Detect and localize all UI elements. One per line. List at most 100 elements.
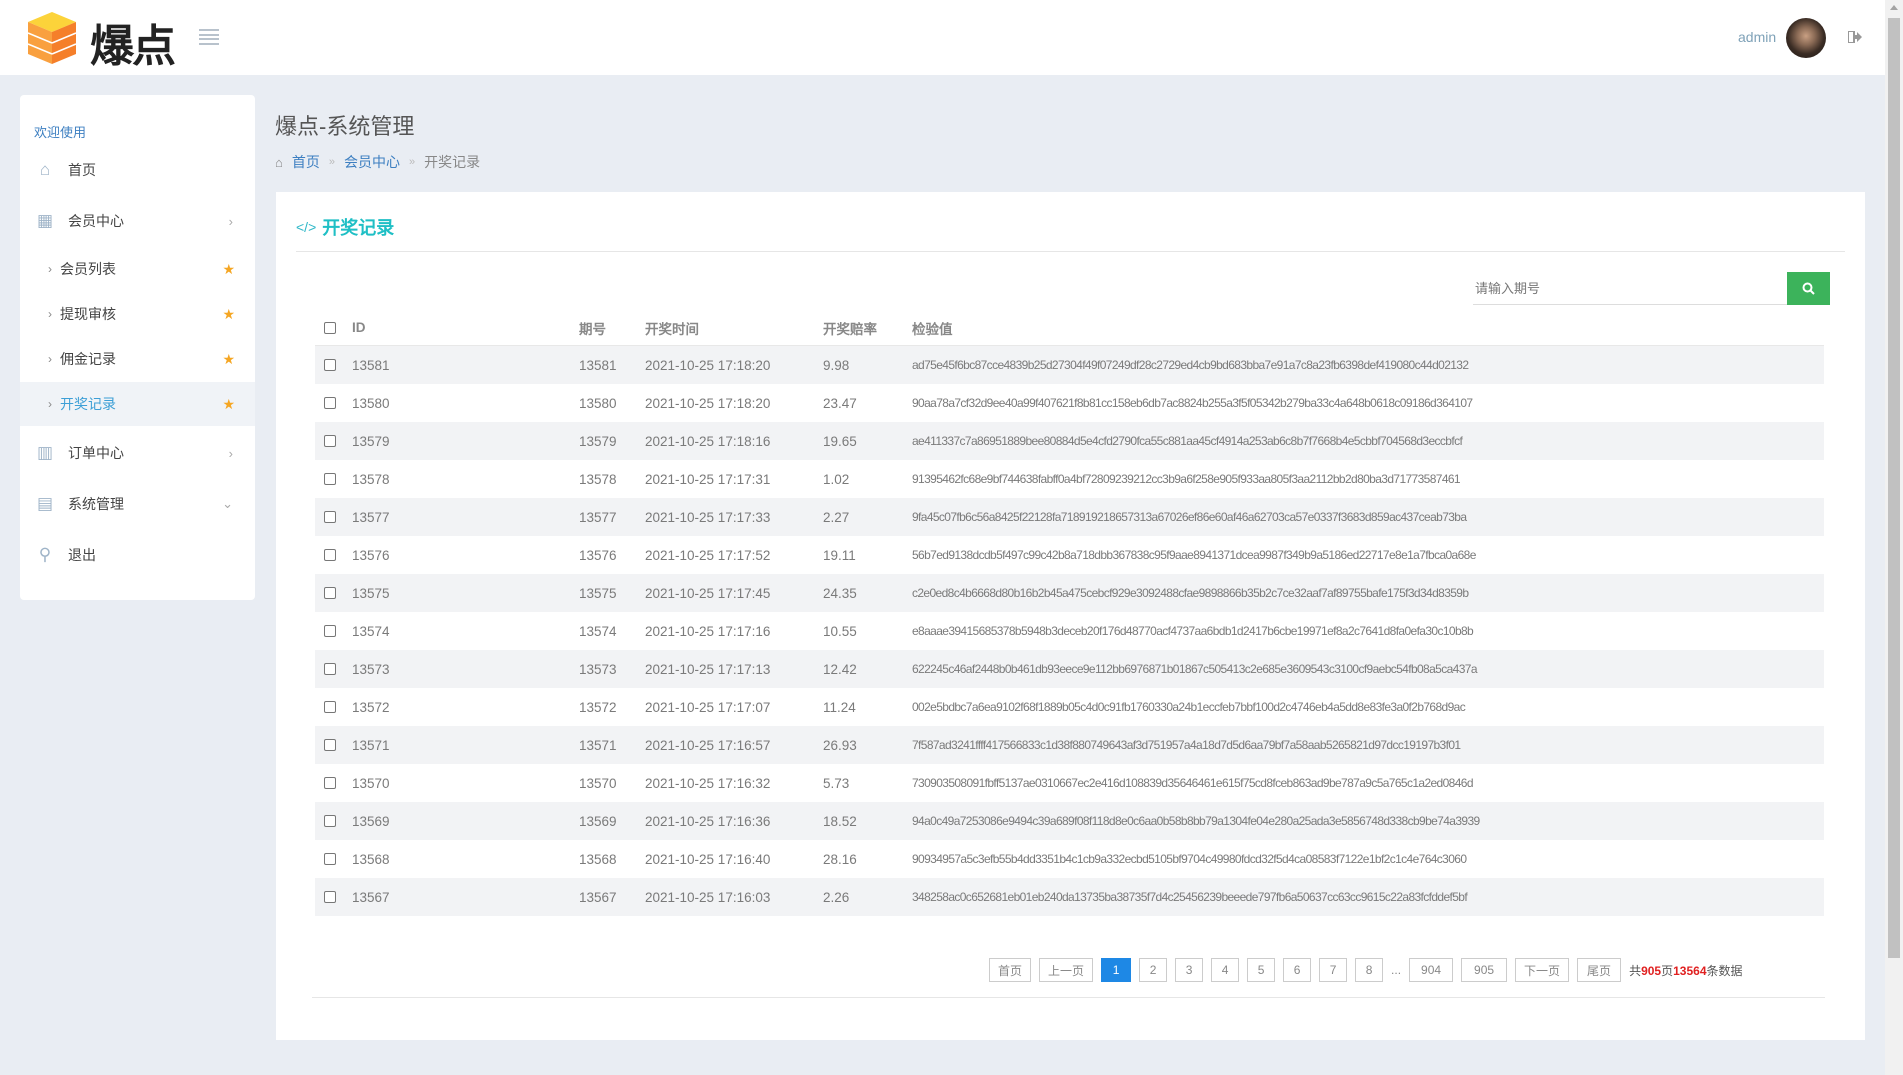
lottery-records-table: ID 期号 开奖时间 开奖赔率 检验值 13581135812021-10-25… [315, 310, 1824, 916]
row-checkbox[interactable] [324, 663, 336, 675]
table-row: 13572135722021-10-25 17:17:0711.24002e5b… [315, 688, 1824, 726]
cell-issue: 13571 [579, 738, 617, 753]
row-checkbox[interactable] [324, 853, 336, 865]
next-page-button[interactable]: 下一页 [1515, 958, 1569, 982]
sidebar-subitem-commission[interactable]: ›佣金记录★ [20, 337, 255, 381]
issue-search-input[interactable] [1473, 272, 1787, 305]
cell-id: 13568 [352, 852, 390, 867]
calendar-icon: ▤ [35, 494, 55, 514]
divider [296, 251, 1845, 252]
table-row: 13573135732021-10-25 17:17:1312.42622245… [315, 650, 1824, 688]
row-checkbox[interactable] [324, 397, 336, 409]
cell-hash: 91395462fc68e9bf744638fabff0a4bf72809239… [912, 472, 1460, 486]
cell-odds: 5.73 [823, 776, 849, 791]
row-checkbox[interactable] [324, 815, 336, 827]
row-checkbox[interactable] [324, 891, 336, 903]
breadcrumb-member-center[interactable]: 会员中心 [344, 152, 400, 172]
search-button[interactable] [1787, 272, 1830, 305]
cell-id: 13569 [352, 814, 390, 829]
logo-cube-icon [26, 10, 78, 65]
row-checkbox[interactable] [324, 549, 336, 561]
username-link[interactable]: admin [1738, 29, 1776, 45]
row-checkbox[interactable] [324, 701, 336, 713]
row-checkbox[interactable] [324, 359, 336, 371]
sidebar-subitem-withdraw-review[interactable]: ›提现审核★ [20, 292, 255, 336]
page-3-button[interactable]: 3 [1175, 958, 1203, 982]
page-7-button[interactable]: 7 [1319, 958, 1347, 982]
sidebar-item-home[interactable]: ⌂首页 [20, 148, 255, 192]
table-row: 13568135682021-10-25 17:16:4028.16909349… [315, 840, 1824, 878]
page-905-button[interactable]: 905 [1461, 958, 1507, 982]
card-title: </>开奖记录 [296, 214, 394, 240]
row-checkbox[interactable] [324, 473, 336, 485]
page-8-button[interactable]: 8 [1355, 958, 1383, 982]
column-header-time: 开奖时间 [645, 318, 699, 338]
page-4-button[interactable]: 4 [1211, 958, 1239, 982]
breadcrumb-home[interactable]: 首页 [292, 152, 320, 172]
divider [312, 997, 1825, 998]
sidebar-item-label: 佣金记录 [60, 349, 116, 369]
cell-id: 13567 [352, 890, 390, 905]
scroll-up-arrow-icon[interactable] [1890, 5, 1898, 10]
table-row: 13570135702021-10-25 17:16:325.737309035… [315, 764, 1824, 802]
cell-id: 13580 [352, 396, 390, 411]
table-row: 13577135772021-10-25 17:17:332.279fa45c0… [315, 498, 1824, 536]
page-2-button[interactable]: 2 [1139, 958, 1167, 982]
prev-page-button[interactable]: 上一页 [1039, 958, 1093, 982]
cell-odds: 11.24 [823, 700, 856, 715]
first-page-button[interactable]: 首页 [989, 958, 1031, 982]
breadcrumb-separator: » [409, 156, 415, 168]
sidebar-subitem-member-list[interactable]: ›会员列表★ [20, 247, 255, 291]
total-records: 13564 [1673, 964, 1706, 978]
sidebar-item-member-center[interactable]: ▦会员中心› [20, 199, 255, 243]
page-scrollbar[interactable] [1885, 0, 1903, 1075]
sidebar-item-system[interactable]: ▤系统管理⌄ [20, 482, 255, 526]
page-1-button[interactable]: 1 [1101, 958, 1131, 982]
table-header-row: ID 期号 开奖时间 开奖赔率 检验值 [315, 310, 1824, 346]
scrollbar-thumb[interactable] [1888, 18, 1900, 958]
row-checkbox[interactable] [324, 739, 336, 751]
cell-odds: 2.26 [823, 890, 849, 905]
sidebar-item-order-center[interactable]: ▥订单中心› [20, 431, 255, 475]
cell-issue: 13581 [579, 358, 617, 373]
cell-id: 13574 [352, 624, 390, 639]
logout-icon[interactable] [1848, 31, 1862, 43]
last-page-button[interactable]: 尾页 [1577, 958, 1621, 982]
sidebar-item-label: 提现审核 [60, 304, 116, 324]
key-icon: ⚲ [35, 545, 55, 565]
sidebar: 欢迎使用 ⌂首页 ▦会员中心› ›会员列表★ ›提现审核★ ›佣金记录★ ›开奖… [20, 95, 255, 600]
pagination: 首页 上一页 12345678 ... 904 905 下一页 尾页 共905页… [989, 958, 1743, 982]
cell-time: 2021-10-25 17:18:20 [645, 396, 770, 411]
sidebar-item-logout[interactable]: ⚲退出 [20, 533, 255, 577]
cell-issue: 13568 [579, 852, 617, 867]
row-checkbox[interactable] [324, 625, 336, 637]
table-row: 13576135762021-10-25 17:17:5219.1156b7ed… [315, 536, 1824, 574]
chevron-right-icon: › [48, 352, 52, 366]
cell-time: 2021-10-25 17:17:33 [645, 510, 770, 525]
row-checkbox[interactable] [324, 587, 336, 599]
row-checkbox[interactable] [324, 435, 336, 447]
sidebar-subitem-lottery-records[interactable]: ›开奖记录★ [20, 382, 255, 426]
cell-odds: 23.47 [823, 396, 857, 411]
cell-odds: 26.93 [823, 738, 857, 753]
cell-hash: 622245c46af2448b0b461db93eece9e112bb6976… [912, 662, 1477, 676]
cell-hash: 90934957a5c3efb55b4dd3351b4c1cb9a332ecbd… [912, 852, 1466, 866]
page-5-button[interactable]: 5 [1247, 958, 1275, 982]
page-904-button[interactable]: 904 [1409, 958, 1453, 982]
row-checkbox[interactable] [324, 777, 336, 789]
cell-issue: 13570 [579, 776, 617, 791]
sidebar-item-label: 系统管理 [68, 494, 124, 514]
chevron-right-icon: › [229, 446, 233, 461]
cell-hash: e8aaae39415685378b5948b3deceb20f176d4877… [912, 624, 1473, 638]
table-row: 13579135792021-10-25 17:18:1619.65ae4113… [315, 422, 1824, 460]
home-icon: ⌂ [35, 160, 55, 180]
row-checkbox[interactable] [324, 511, 336, 523]
cell-odds: 9.98 [823, 358, 849, 373]
column-header-id: ID [352, 320, 366, 335]
cell-time: 2021-10-25 17:16:32 [645, 776, 770, 791]
menu-toggle-icon[interactable] [199, 29, 219, 45]
page-6-button[interactable]: 6 [1283, 958, 1311, 982]
avatar[interactable] [1786, 18, 1826, 58]
cell-hash: 730903508091fbff5137ae0310667ec2e416d108… [912, 776, 1473, 790]
select-all-checkbox[interactable] [324, 322, 336, 334]
